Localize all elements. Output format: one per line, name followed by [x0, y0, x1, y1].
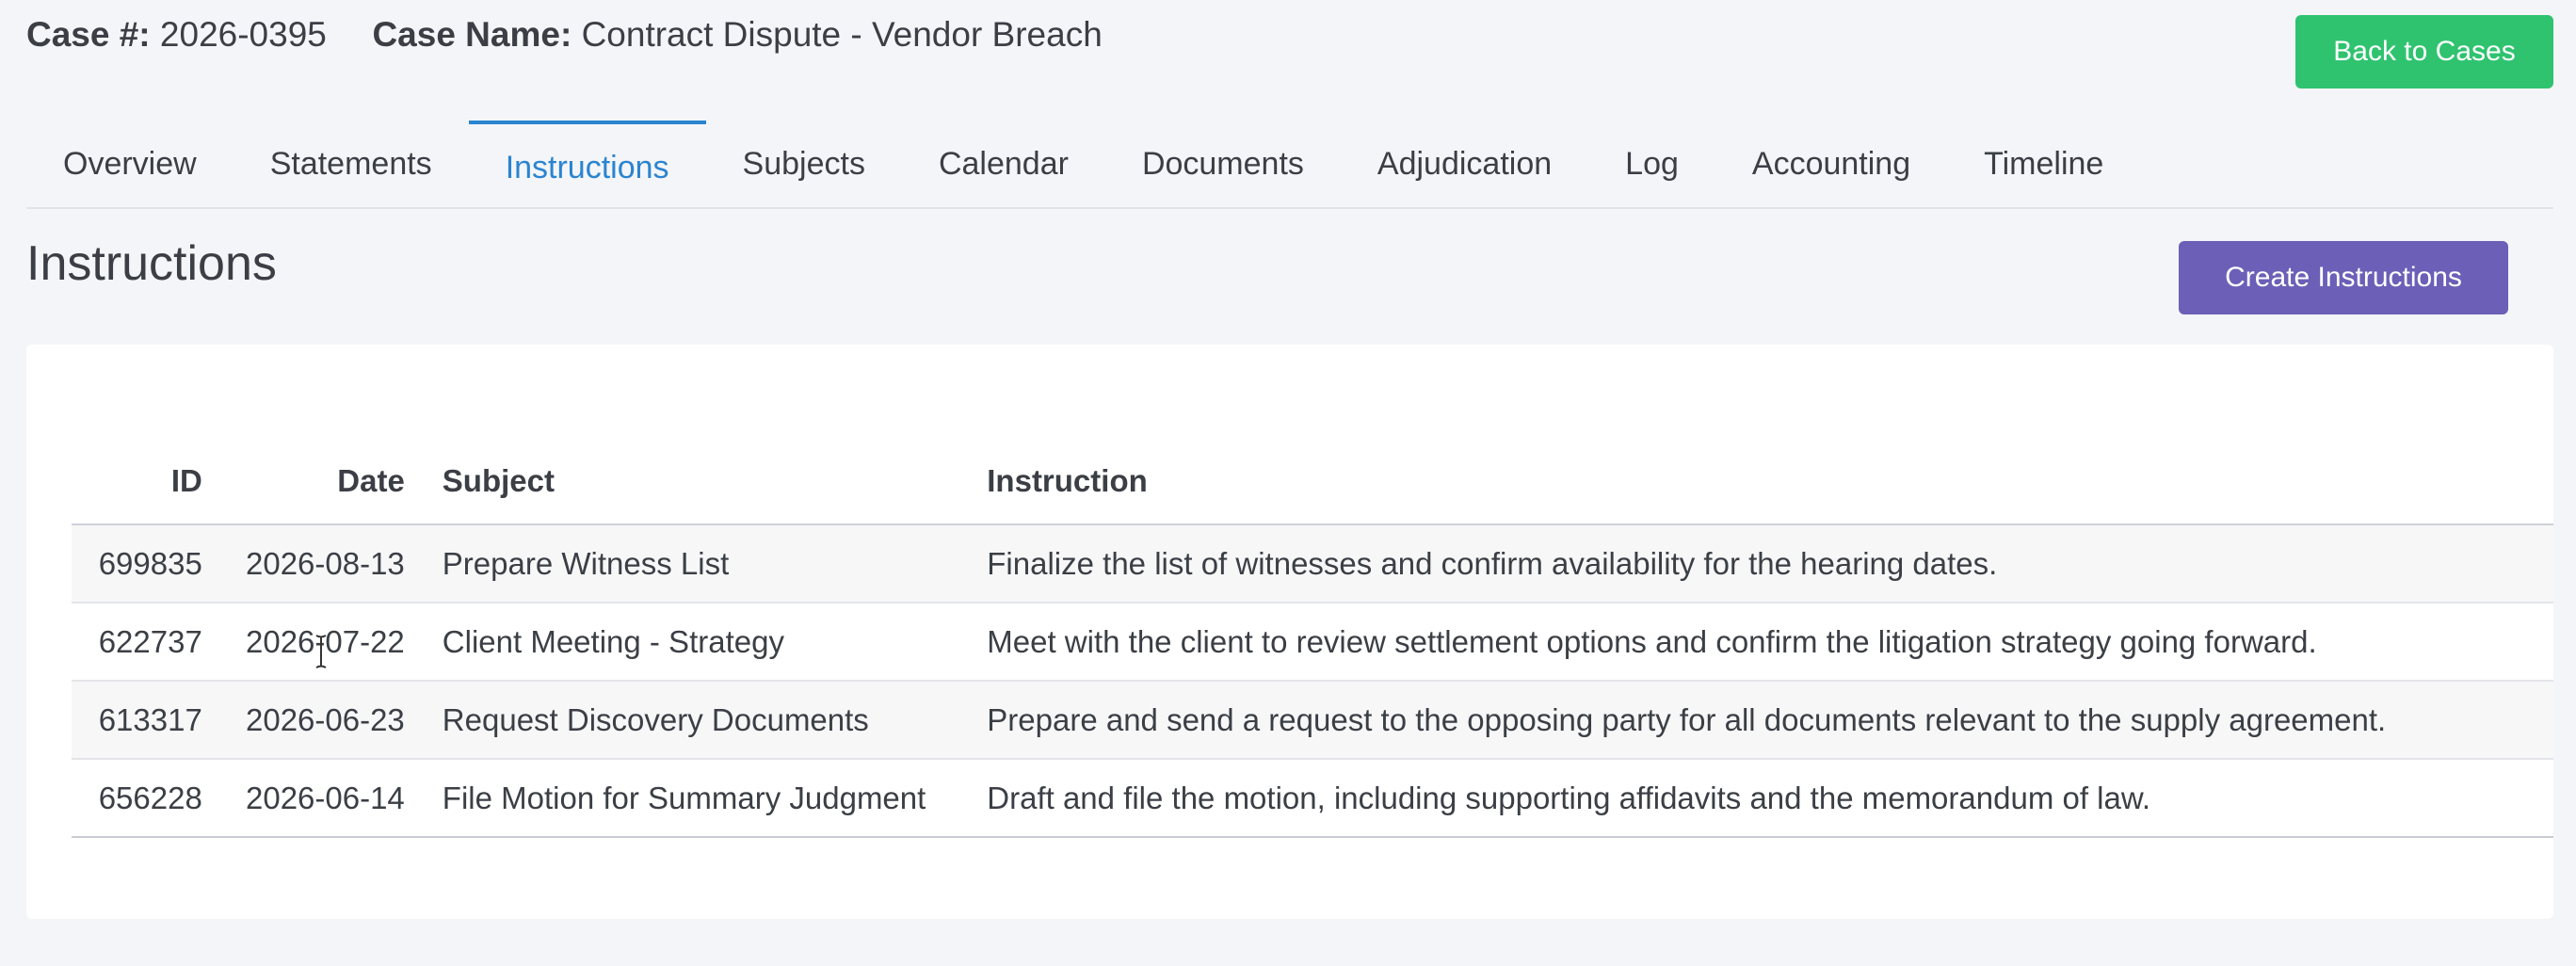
table-row[interactable]: 613317 2026-06-23 Request Discovery Docu… — [72, 681, 2553, 760]
cell-subject: File Motion for Summary Judgment — [423, 759, 969, 838]
column-header-subject[interactable]: Subject — [423, 439, 969, 525]
case-name-label: Case Name: — [372, 15, 572, 54]
tab-instructions[interactable]: Instructions — [468, 121, 706, 207]
case-number: 2026-0395 — [159, 15, 327, 54]
cell-date: 2026-06-23 — [220, 681, 424, 760]
tab-calendar[interactable]: Calendar — [902, 121, 1105, 207]
tab-statements[interactable]: Statements — [233, 121, 469, 207]
tab-timeline[interactable]: Timeline — [1947, 121, 2140, 207]
case-header: Case #: 2026-0395 Case Name: Contract Di… — [26, 15, 1103, 55]
column-header-date[interactable]: Date — [220, 439, 424, 525]
cell-instruction: Prepare and send a request to the opposi… — [968, 681, 2553, 760]
column-header-instruction[interactable]: Instruction — [968, 439, 2553, 525]
cell-id: 622737 — [72, 603, 221, 682]
case-tabs: Overview Statements Instructions Subject… — [26, 121, 2553, 209]
cell-id: 656228 — [72, 759, 221, 838]
back-to-cases-button[interactable]: Back to Cases — [2295, 15, 2553, 89]
cell-subject: Prepare Witness List — [423, 524, 969, 604]
cell-date: 2026-08-13 — [220, 524, 424, 604]
table-header-row: ID Date Subject Instruction — [72, 439, 2553, 525]
text-cursor-icon — [315, 635, 327, 668]
page-title: Instructions — [26, 236, 277, 291]
instructions-table: ID Date Subject Instruction 699835 2026-… — [72, 439, 2553, 838]
column-header-id[interactable]: ID — [72, 439, 221, 525]
table-row[interactable]: 699835 2026-08-13 Prepare Witness List F… — [72, 524, 2553, 604]
tab-accounting[interactable]: Accounting — [1715, 121, 1947, 207]
cell-subject: Request Discovery Documents — [423, 681, 969, 760]
cell-instruction: Meet with the client to review settlemen… — [968, 603, 2553, 682]
cell-id: 699835 — [72, 524, 221, 604]
case-number-label: Case #: — [26, 15, 151, 54]
tab-subjects[interactable]: Subjects — [706, 121, 902, 207]
tab-overview[interactable]: Overview — [26, 121, 233, 207]
cell-subject: Client Meeting - Strategy — [423, 603, 969, 682]
cell-instruction: Finalize the list of witnesses and confi… — [968, 524, 2553, 604]
instructions-card: ID Date Subject Instruction 699835 2026-… — [26, 345, 2553, 919]
cell-date: 2026-06-14 — [220, 759, 424, 838]
table-row[interactable]: 656228 2026-06-14 File Motion for Summar… — [72, 759, 2553, 838]
tab-log[interactable]: Log — [1588, 121, 1715, 207]
case-name: Contract Dispute - Vendor Breach — [581, 15, 1103, 54]
tab-adjudication[interactable]: Adjudication — [1341, 121, 1588, 207]
create-instructions-button[interactable]: Create Instructions — [2179, 241, 2508, 314]
tab-documents[interactable]: Documents — [1105, 121, 1341, 207]
cell-id: 613317 — [72, 681, 221, 760]
table-row[interactable]: 622737 2026-07-22 Client Meeting - Strat… — [72, 603, 2553, 682]
cell-instruction: Draft and file the motion, including sup… — [968, 759, 2553, 838]
